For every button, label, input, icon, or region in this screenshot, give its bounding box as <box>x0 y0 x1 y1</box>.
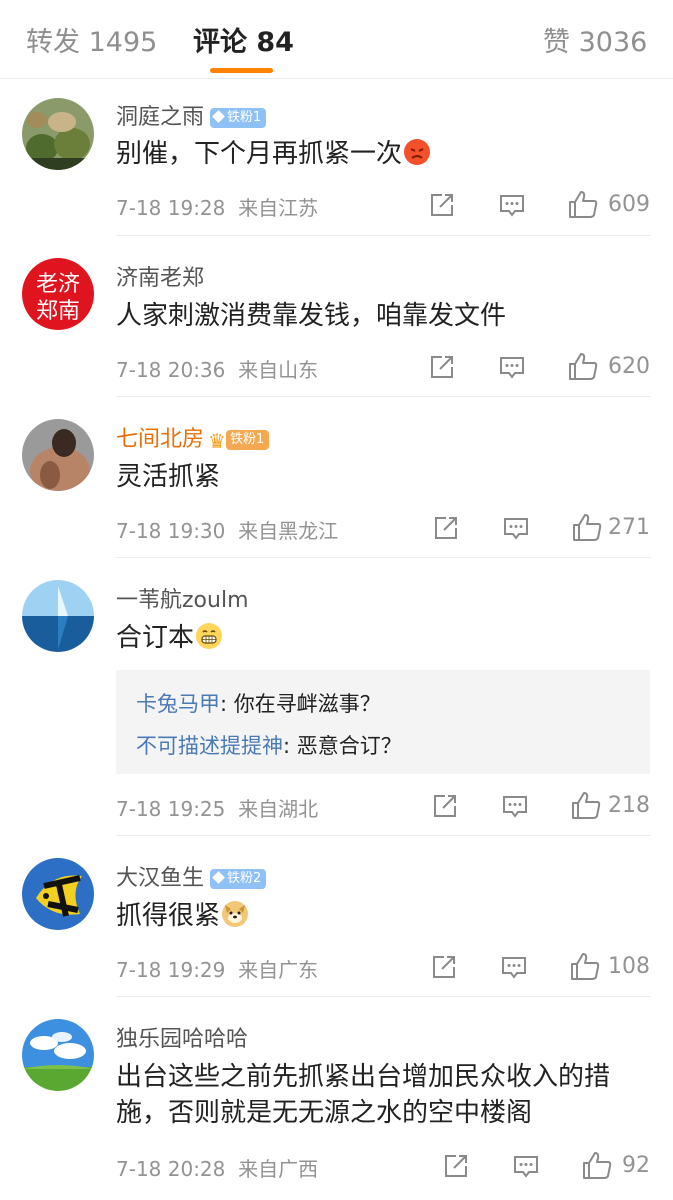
reply-username[interactable]: 不可描述提提神 <box>136 734 283 758</box>
share-icon[interactable] <box>430 953 458 981</box>
comment-text: 出台这些之前先抓紧出台增加民众收入的措施，否则就是无无源之水的空中楼阁 <box>116 1062 611 1128</box>
avatar-text: 老济 <box>36 272 80 297</box>
comment-meta: 7-18 19:30 来自黑龙江 <box>116 515 338 544</box>
timestamp: 7-18 19:28 <box>116 196 226 220</box>
username-text[interactable]: 洞庭之雨 <box>116 105 204 130</box>
comment-icon[interactable] <box>502 514 530 542</box>
thumbs-up-icon[interactable] <box>569 951 601 983</box>
active-tab-indicator <box>210 68 273 73</box>
comment-item: 老济 郑南 济南老郑 人家刺激消费靠发钱，咱靠发文件 7-18 20:36 来自… <box>0 236 673 397</box>
username-text[interactable]: 七间北房 <box>116 427 204 452</box>
comment-item: 洞庭之雨 铁粉1 别催，下个月再抓紧一次 7-18 19:28 来自江苏 609 <box>0 80 673 236</box>
like-count: 108 <box>608 954 650 979</box>
comment-text: 灵活抓紧 <box>116 462 221 492</box>
comment-item: 七间北房 ♛ 铁粉1 灵活抓紧 7-18 19:30 来自黑龙江 271 <box>0 397 673 558</box>
tab-reposts[interactable]: 转发 1495 <box>26 20 157 59</box>
thumbs-up-icon[interactable] <box>567 351 599 383</box>
location: 来自山东 <box>238 358 319 382</box>
comment-text: 别催，下个月再抓紧一次 <box>116 136 651 172</box>
tab-comments[interactable]: 评论 84 <box>193 20 294 59</box>
badge-label: 铁粉2 <box>227 871 262 886</box>
avatar[interactable] <box>22 419 94 491</box>
bottom-edge <box>0 1172 673 1200</box>
comment-item: 独乐园哈哈哈 出台这些之前先抓紧出台增加民众收入的措施，否则就是无无源之水的空中… <box>0 997 673 1200</box>
like-count: 218 <box>608 793 650 818</box>
like-count: 609 <box>608 192 650 217</box>
location: 来自湖北 <box>238 797 319 821</box>
timestamp: 7-18 19:29 <box>116 958 226 982</box>
comment-text: 合订本 <box>116 620 651 656</box>
username-text[interactable]: 大汉鱼生 <box>116 866 204 891</box>
diamond-icon <box>212 110 225 123</box>
share-icon[interactable] <box>432 514 460 542</box>
avatar[interactable] <box>22 858 94 930</box>
comment-tabs: 转发 1495 评论 84 赞 3036 <box>0 0 673 79</box>
reply-text: : 你在寻衅滋事？ <box>220 692 381 716</box>
timestamp: 7-18 19:25 <box>116 797 226 821</box>
badge-label: 铁粉1 <box>227 110 262 125</box>
like-count: 620 <box>608 354 650 379</box>
username[interactable]: 独乐园哈哈哈 <box>116 1021 248 1053</box>
avatar-text: 郑南 <box>36 299 80 324</box>
location: 来自江苏 <box>238 196 319 220</box>
thumbs-up-icon[interactable] <box>567 189 599 221</box>
doge-face-icon <box>222 901 249 927</box>
comment-body: 合订本 <box>116 623 195 653</box>
comment-meta: 7-18 19:28 来自江苏 <box>116 192 318 221</box>
comment-meta: 7-18 19:29 来自广东 <box>116 954 318 983</box>
comment-icon[interactable] <box>501 792 529 820</box>
comment-text: 人家刺激消费靠发钱，咱靠发文件 <box>116 301 507 331</box>
reply-text: : 恶意合订？ <box>283 734 402 758</box>
fan-badge: 铁粉1 <box>225 430 270 450</box>
tab-likes[interactable]: 赞 3036 <box>543 20 647 59</box>
avatar[interactable] <box>22 580 94 652</box>
share-icon[interactable] <box>428 353 456 381</box>
username[interactable]: 洞庭之雨 铁粉1 <box>116 99 267 131</box>
thumbs-up-icon[interactable] <box>571 512 603 544</box>
badge-label: 铁粉1 <box>229 432 265 447</box>
comment-meta: 7-18 19:25 来自湖北 <box>116 793 318 822</box>
reply-item[interactable]: 不可描述提提神: 恶意合订？ <box>136 730 402 760</box>
comment-body: 抓得很紧 <box>116 901 221 931</box>
comment-item: 大汉鱼生 铁粉2 抓得很紧 7-18 19:29 来自广东 108 <box>0 836 673 997</box>
comment-icon[interactable] <box>498 353 526 381</box>
username[interactable]: 一苇航zoulm <box>116 582 249 614</box>
timestamp: 7-18 20:36 <box>116 358 226 382</box>
fan-badge: 铁粉2 <box>210 869 267 889</box>
comment-text: 抓得很紧 <box>116 898 651 934</box>
share-icon[interactable] <box>428 191 456 219</box>
comment-meta: 7-18 20:36 来自山东 <box>116 354 318 383</box>
crown-icon: ♛ <box>208 429 226 453</box>
share-icon[interactable] <box>431 792 459 820</box>
avatar[interactable]: 老济 郑南 <box>22 258 94 330</box>
username[interactable]: 大汉鱼生 铁粉2 <box>116 860 267 892</box>
username[interactable]: 七间北房 ♛ 铁粉1 <box>116 421 270 453</box>
username[interactable]: 济南老郑 <box>116 260 204 292</box>
diamond-icon <box>212 871 225 884</box>
reply-username[interactable]: 卡兔马甲 <box>136 692 220 716</box>
timestamp: 7-18 19:30 <box>116 519 226 543</box>
angry-face-icon <box>404 139 431 165</box>
reply-preview[interactable]: 卡兔马甲: 你在寻衅滋事？ 不可描述提提神: 恶意合订？ <box>116 670 650 774</box>
avatar[interactable] <box>22 98 94 170</box>
location: 来自黑龙江 <box>238 519 339 543</box>
comment-icon[interactable] <box>498 191 526 219</box>
location: 来自广东 <box>238 958 319 982</box>
avatar[interactable] <box>22 1019 94 1091</box>
like-count: 271 <box>608 515 650 540</box>
comment-item: 一苇航zoulm 合订本 卡兔马甲: 你在寻衅滋事？ 不可描述提提神: 恶意合订… <box>0 558 673 836</box>
thumbs-up-icon[interactable] <box>570 790 602 822</box>
reply-item[interactable]: 卡兔马甲: 你在寻衅滋事？ <box>136 688 381 718</box>
fan-badge: 铁粉1 <box>210 108 267 128</box>
comment-icon[interactable] <box>500 953 528 981</box>
grin-face-icon <box>196 623 223 649</box>
comment-body: 别催，下个月再抓紧一次 <box>116 139 403 169</box>
